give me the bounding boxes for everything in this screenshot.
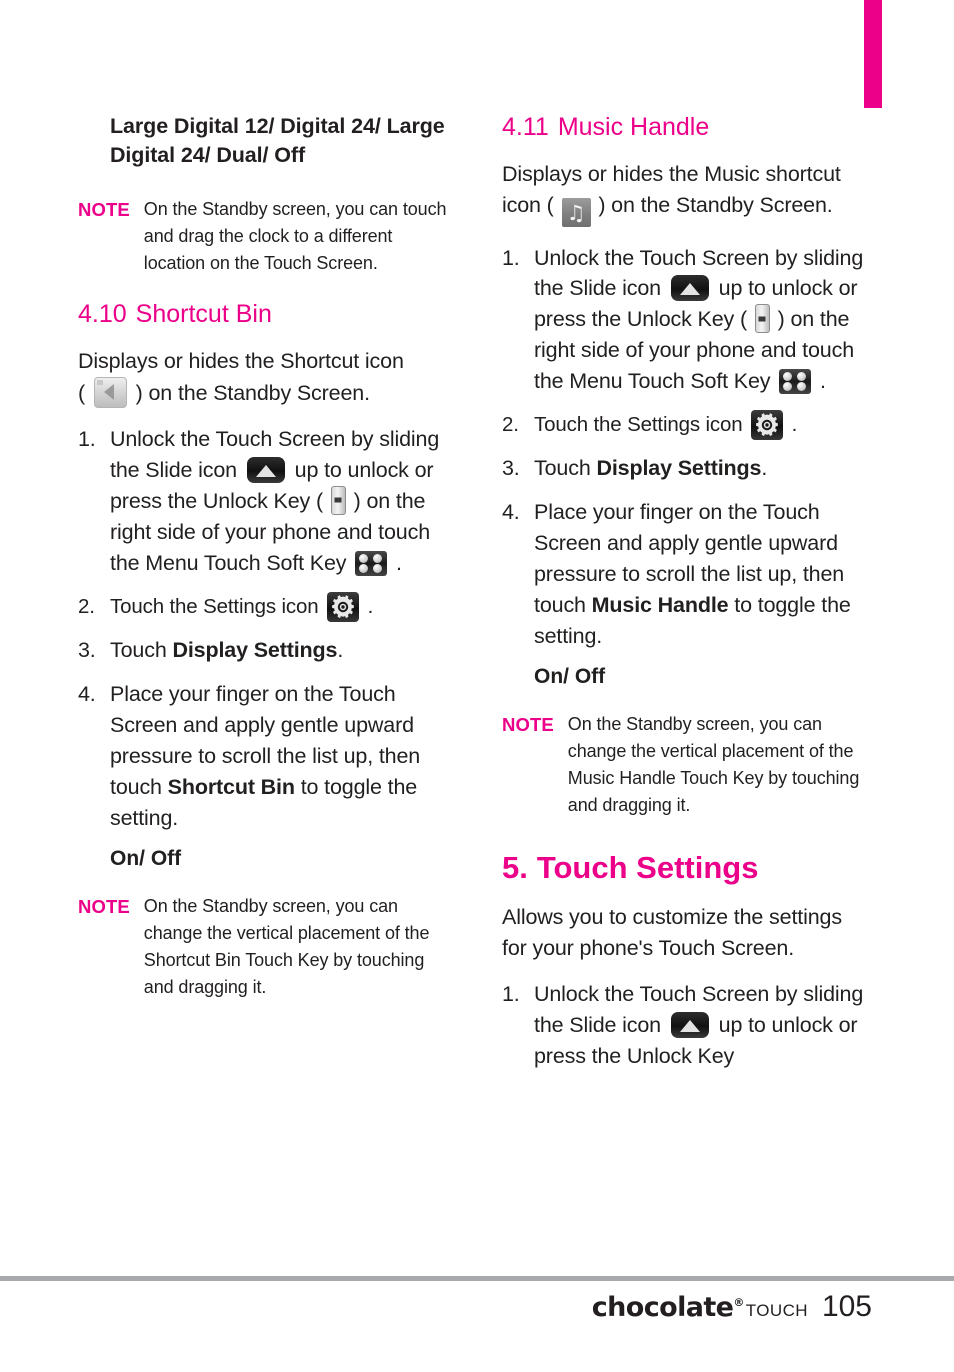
intro-paragraph-music: Displays or hides the Music shortcut ico… (502, 159, 872, 227)
unlock-key-icon (754, 304, 770, 334)
step-text-2: . (367, 594, 374, 618)
note-block-bottom: NOTE On the Standby screen, you can chan… (78, 893, 448, 1001)
note-text: On the Standby screen, you can touch and… (143, 199, 447, 274)
note-label: NOTE (502, 714, 554, 735)
intro-text-after: ) on the Standby Screen. (598, 192, 833, 217)
list-item: 4. Place your finger on the Touch Screen… (502, 497, 872, 652)
intro-text-before: Displays or hides the Shortcut icon (78, 349, 404, 374)
step-text-1: Touch the Settings icon (534, 413, 743, 437)
intro-paragraph-touch-settings: Allows you to customize the settings for… (502, 905, 842, 960)
step-text-post: . (761, 456, 768, 481)
section-heading-touch-settings: 5. Touch Settings (502, 849, 872, 886)
step-text-1: Touch the Settings icon (110, 594, 319, 618)
intro-paragraph-shortcut: Displays or hides the Shortcut icon ( ) … (78, 346, 448, 408)
step-text-2: . (791, 413, 798, 437)
list-marker: 2. (78, 594, 95, 618)
list-item: 1. Unlock the Touch Screen by sliding th… (502, 243, 872, 398)
note-block-music: NOTE On the Standby screen, you can chan… (502, 711, 872, 819)
section-number: 5. (502, 850, 528, 885)
onoff-values: On/ Off (110, 846, 182, 870)
step-text-bold: Display Settings (172, 637, 338, 662)
page-footer: chocolate® TOUCH 105 (0, 1290, 954, 1350)
list-marker: 3. (502, 456, 520, 481)
note-label: NOTE (78, 199, 130, 221)
section-heading-shortcut-bin: 4.10 Shortcut Bin (78, 299, 448, 329)
section-heading-music-handle: 4.11 Music Handle (502, 112, 872, 142)
list-item: 2. Touch the Settings icon . (502, 410, 872, 441)
note-block-top: NOTE On the Standby screen, you can touc… (78, 196, 448, 277)
list-marker: 2. (502, 413, 519, 437)
onoff-values: On/ Off (534, 665, 606, 688)
note-text: On the Standby screen, you can change th… (567, 714, 860, 815)
slide-up-icon (670, 275, 709, 302)
slide-up-icon (246, 457, 285, 484)
footer-divider (0, 1276, 954, 1281)
list-item: 3. Touch Display Settings. (502, 453, 872, 484)
menu-soft-key-icon (355, 550, 388, 576)
step-text-bold: Shortcut Bin (167, 774, 295, 799)
step-text-bold: Display Settings (596, 456, 762, 481)
steps-list-shortcut: 1. Unlock the Touch Screen by sliding th… (78, 424, 448, 833)
list-item: 1. Unlock the Touch Screen by sliding th… (78, 424, 448, 579)
page-number: 105 (821, 1290, 872, 1323)
slide-up-icon (670, 1012, 709, 1039)
settings-gear-icon (751, 410, 784, 441)
music-glyph: ♫ (566, 200, 586, 225)
settings-gear-icon (327, 591, 360, 622)
list-marker: 1. (502, 982, 520, 1007)
page-edge-tab (864, 0, 882, 108)
unlock-key-icon (330, 485, 346, 515)
section-title: Shortcut Bin (135, 300, 272, 329)
left-column: Large Digital 12/ Digital 24/ Large Digi… (78, 112, 448, 1023)
registered-mark: ® (733, 1296, 744, 1309)
section-title: Touch Settings (536, 850, 759, 885)
step-text-4: . (396, 550, 402, 575)
steps-list-touch-settings: 1. Unlock the Touch Screen by sliding th… (502, 979, 872, 1072)
list-item: 2. Touch the Settings icon . (78, 591, 448, 622)
list-item: 1. Unlock the Touch Screen by sliding th… (502, 979, 872, 1072)
steps-list-music: 1. Unlock the Touch Screen by sliding th… (502, 243, 872, 652)
list-marker: 1. (78, 427, 96, 452)
list-item: 3. Touch Display Settings. (78, 635, 448, 666)
music-note-icon: ♫ (561, 197, 591, 227)
list-marker: 4. (502, 500, 520, 525)
step-text-bold: Music Handle (591, 593, 729, 618)
intro-text-after: ) on the Standby Screen. (135, 380, 370, 405)
menu-soft-key-icon (779, 369, 812, 395)
list-marker: 3. (78, 637, 96, 662)
step-text-pre: Touch (534, 456, 597, 481)
paren-open: ( (78, 380, 86, 405)
step-text-post: . (337, 637, 344, 662)
right-column: 4.11 Music Handle Displays or hides the M… (502, 112, 872, 1085)
list-item: 4. Place your finger on the Touch Screen… (78, 679, 448, 834)
brand-name: chocolate (591, 1292, 734, 1323)
shortcut-bin-icon (93, 376, 127, 408)
list-marker: 4. (78, 681, 96, 706)
note-text: On the Standby screen, you can change th… (143, 895, 430, 997)
list-marker: 1. (502, 245, 520, 270)
brand-logo: chocolate® (591, 1292, 745, 1323)
section-title: Music Handle (557, 113, 710, 141)
step-text-pre: Touch (110, 637, 173, 662)
step-text-4: . (820, 369, 826, 394)
brand-sub: TOUCH (745, 1301, 808, 1320)
note-label: NOTE (78, 895, 130, 917)
page-subtitle: Large Digital 12/ Digital 24/ Large Digi… (110, 114, 445, 168)
section-number: 4.11 (502, 113, 549, 141)
section-number: 4.10 (78, 300, 127, 329)
